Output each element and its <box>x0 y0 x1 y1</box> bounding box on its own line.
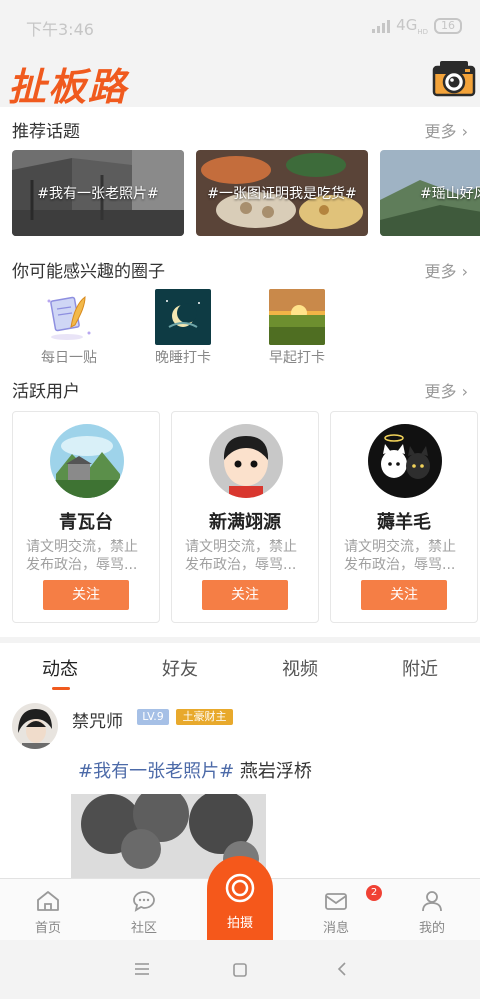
status-bar: 下午3:46 4GHD 16 <box>0 0 480 52</box>
users-title: 活跃用户 <box>12 382 80 402</box>
post-hashtag[interactable]: #我有一张老照片# <box>78 761 234 782</box>
more-label: 更多 <box>424 382 457 401</box>
more-label: 更多 <box>424 122 457 141</box>
moon-night-icon <box>155 289 211 345</box>
topics-header: 推荐话题 更多 › <box>12 117 468 143</box>
chat-bubble-icon <box>131 889 157 913</box>
topics-title: 推荐话题 <box>12 122 80 142</box>
circles-header: 你可能感兴趣的圈子 更多 › <box>12 257 468 283</box>
user-name: 新满翊源 <box>209 512 281 533</box>
follow-button[interactable]: 关注 <box>361 580 447 610</box>
nav-community[interactable]: 社区 <box>104 889 184 936</box>
topic-carousel[interactable]: #我有一张老照片# #一张图证明我是吃货# #瑶山好风 <box>12 150 480 236</box>
tab-friends[interactable]: 好友 <box>120 655 240 681</box>
post-body: 燕岩浮桥 <box>234 761 312 782</box>
nav-me[interactable]: 我的 <box>392 889 472 936</box>
circle-item[interactable]: 每日一贴 <box>24 289 114 367</box>
topic-tag: #瑶山好风 <box>420 186 480 202</box>
discover-content: 推荐话题 更多 › #我有一张老照片# #一张图证明我是吃货# #瑶山好 你可能… <box>0 107 480 637</box>
tab-nearby[interactable]: 附近 <box>360 655 480 681</box>
topics-more-link[interactable]: 更多 › <box>425 118 469 142</box>
more-label: 更多 <box>424 262 457 281</box>
back-icon[interactable] <box>335 961 349 977</box>
tab-indicator <box>52 687 70 690</box>
nav-home-label: 首页 <box>34 921 61 936</box>
battery-icon: 16 <box>434 18 462 34</box>
circle-item[interactable]: 晚睡打卡 <box>138 289 228 367</box>
nav-messages[interactable]: 2 消息 <box>296 885 382 936</box>
network-label: 4G <box>396 16 418 34</box>
topic-card[interactable]: #瑶山好风 <box>380 150 480 236</box>
user-name: 青瓦台 <box>59 512 113 533</box>
person-icon <box>419 889 445 913</box>
circle-label: 晚睡打卡 <box>155 350 211 366</box>
avatar <box>209 424 283 498</box>
retro-camera-icon[interactable] <box>432 58 476 98</box>
rank-badge: 土豪财主 <box>176 709 233 725</box>
circles-title: 你可能感兴趣的圈子 <box>12 262 165 282</box>
nav-home[interactable]: 首页 <box>8 889 88 936</box>
feed-section: 动态 好友 视频 附近 禁咒师 LV.9 土豪财主 #我有一张老照片# 燕岩浮桥 <box>0 643 480 879</box>
user-card[interactable]: 新满翊源 请文明交流，禁止发布政治，辱骂... 关注 <box>171 411 319 623</box>
user-card[interactable]: 青瓦台 请文明交流，禁止发布政治，辱骂... 关注 <box>12 411 160 623</box>
follow-button[interactable]: 关注 <box>43 580 129 610</box>
circle-label: 早起打卡 <box>269 350 325 366</box>
tab-dynamic[interactable]: 动态 <box>0 655 120 681</box>
sunrise-field-icon <box>269 289 325 345</box>
network-type: 4GHD <box>396 16 428 36</box>
topic-card[interactable]: #一张图证明我是吃货# <box>196 150 368 236</box>
nav-messages-label: 消息 <box>322 921 349 936</box>
follow-button[interactable]: 关注 <box>202 580 288 610</box>
user-bio: 请文明交流，禁止发布政治，辱骂... <box>185 539 297 573</box>
unread-badge: 2 <box>366 885 382 901</box>
nav-me-label: 我的 <box>418 921 445 936</box>
avatar[interactable] <box>12 703 58 749</box>
topic-card[interactable]: #我有一张老照片# <box>12 150 184 236</box>
shoot-button[interactable]: 拍摄 <box>207 856 273 944</box>
post-username[interactable]: 禁咒师 <box>72 707 123 732</box>
status-time: 下午3:46 <box>26 20 94 39</box>
home-icon <box>35 889 61 913</box>
circles-more-link[interactable]: 更多 › <box>425 258 469 282</box>
active-user-list: 青瓦台 请文明交流，禁止发布政治，辱骂... 关注 新满翊源 请文明交流，禁止发… <box>12 411 480 623</box>
chevron-right-icon: › <box>456 382 468 401</box>
nav-community-label: 社区 <box>130 921 157 936</box>
shutter-icon <box>225 873 255 903</box>
users-more-link[interactable]: 更多 › <box>425 378 469 402</box>
app-logo: 扯板路 <box>8 64 129 109</box>
topic-tag: #一张图证明我是吃货# <box>207 186 357 202</box>
system-nav-bar <box>0 940 480 999</box>
user-name: 薅羊毛 <box>377 512 431 533</box>
level-badge: LV.9 <box>137 709 169 725</box>
avatar <box>50 424 124 498</box>
app-header: 扯板路 <box>0 52 480 109</box>
circle-item[interactable]: 早起打卡 <box>252 289 342 367</box>
mail-icon: 2 <box>323 885 382 913</box>
circle-list: 每日一贴 晚睡打卡 早起打卡 <box>0 289 480 369</box>
home-square-icon[interactable] <box>232 962 248 978</box>
feed-tabs: 动态 好友 视频 附近 <box>0 643 480 693</box>
status-indicators: 4GHD 16 <box>372 16 462 36</box>
quill-paper-icon <box>41 289 97 345</box>
user-bio: 请文明交流，禁止发布政治，辱骂... <box>26 539 138 573</box>
chevron-right-icon: › <box>456 122 468 141</box>
topic-tag: #我有一张老照片# <box>37 186 159 202</box>
tab-video[interactable]: 视频 <box>240 655 360 681</box>
post-text: #我有一张老照片# 燕岩浮桥 <box>78 757 312 783</box>
shoot-label: 拍摄 <box>226 916 253 931</box>
signal-icon <box>372 19 391 33</box>
avatar <box>368 424 442 498</box>
user-card[interactable]: 薅羊毛 请文明交流，禁止发布政治，辱骂... 关注 <box>330 411 478 623</box>
menu-icon[interactable] <box>134 962 150 976</box>
chevron-right-icon: › <box>456 262 468 281</box>
circle-label: 每日一贴 <box>41 350 97 366</box>
user-bio: 请文明交流，禁止发布政治，辱骂... <box>344 539 456 573</box>
users-header: 活跃用户 更多 › <box>12 377 468 403</box>
network-suffix: HD <box>417 28 428 36</box>
